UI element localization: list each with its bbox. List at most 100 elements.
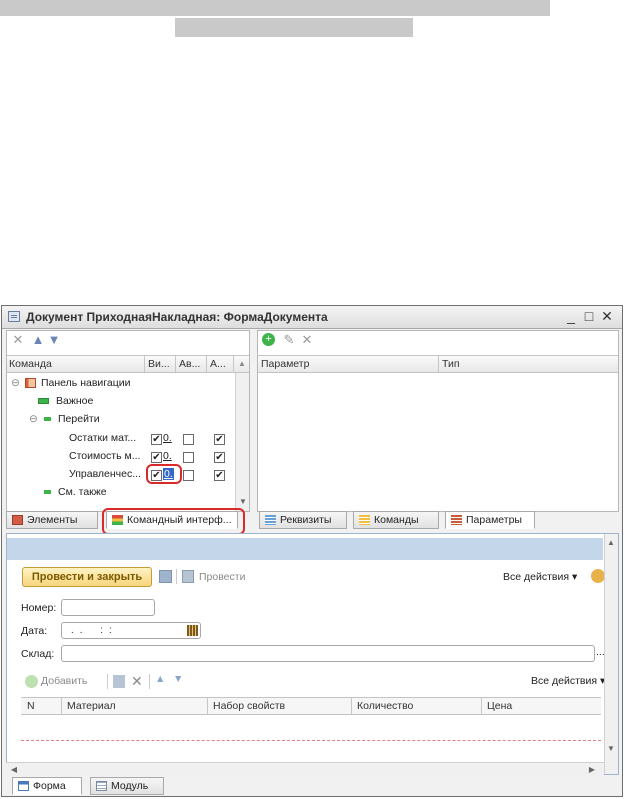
a-checkbox[interactable]: ✔ [214, 452, 225, 463]
title-bar: Документ ПриходнаяНакладная: ФормаДокуме… [2, 306, 622, 329]
add-row-button[interactable]: Добавить [41, 675, 87, 687]
right-tabs: Реквизиты Команды Параметры [257, 511, 619, 531]
move-down-icon[interactable]: ▼ [47, 333, 61, 347]
form-vertical-scrollbar[interactable]: ▲ ▼ [604, 534, 618, 774]
tree-item-see-also[interactable]: См. также [58, 486, 107, 498]
window-title: Документ ПриходнаяНакладная: ФормаДокуме… [26, 310, 328, 324]
post-button[interactable]: Провести [199, 571, 245, 583]
left-tabs: Элементы Командный интерф... [6, 508, 250, 535]
col-visible[interactable]: Ви... [148, 358, 170, 370]
move-row-down-icon[interactable]: ▼ [173, 673, 183, 685]
date-field[interactable]: . . : : [61, 622, 201, 639]
tab-parameters[interactable]: Параметры [445, 511, 535, 529]
scroll-up-arrow[interactable]: ▲ [238, 359, 246, 368]
auto-checkbox[interactable] [183, 452, 194, 463]
all-actions-table-menu[interactable]: Все действия ▾ [531, 675, 605, 687]
option-link[interactable]: 0. [163, 432, 172, 444]
maximize-button[interactable]: □ [581, 308, 597, 324]
toolbar-separator [176, 569, 177, 584]
toolbar-separator [149, 674, 150, 689]
tree-toggle-icon[interactable]: ⊖ [29, 413, 38, 425]
tab-commands[interactable]: Команды [353, 511, 439, 529]
save-icon[interactable] [159, 570, 172, 583]
tree-item-cost[interactable]: Стоимость м... [69, 450, 140, 462]
tree-item-stock[interactable]: Остатки мат... [69, 432, 136, 444]
delete-icon[interactable]: ✕ [300, 333, 314, 347]
copy-icon[interactable] [113, 675, 125, 688]
command-tree-pane: ✕ ▲ ▼ Команда Ви... Ав... А... ▲ ⊖ Панел… [6, 330, 250, 512]
post-icon[interactable] [182, 570, 194, 583]
option-link[interactable]: 0. [163, 450, 172, 462]
scroll-down-arrow[interactable]: ▼ [237, 497, 249, 506]
col-parameter[interactable]: Параметр [261, 358, 309, 370]
tree-toggle-icon[interactable]: ⊖ [11, 377, 20, 389]
form-horizontal-scrollbar[interactable]: ◀ ▶ [6, 762, 604, 775]
visible-checkbox[interactable]: ✔ [151, 452, 162, 463]
col-a[interactable]: А... [210, 358, 226, 370]
add-row-icon[interactable] [25, 675, 38, 688]
right-toolbar: + ✎ ✕ [258, 331, 618, 351]
minimize-button[interactable]: _ [563, 308, 579, 324]
tab-attributes[interactable]: Реквизиты [259, 511, 347, 529]
scroll-down-arrow[interactable]: ▼ [605, 744, 617, 753]
scroll-up-arrow[interactable]: ▲ [605, 538, 617, 547]
module-tab-icon [96, 781, 107, 791]
nav-panel-icon [25, 378, 36, 388]
left-scrollbar[interactable]: ▼ [235, 373, 249, 511]
left-toolbar: ✕ ▲ ▼ [7, 331, 249, 351]
col-properties[interactable]: Набор свойств [213, 700, 285, 712]
parameters-icon [451, 515, 462, 525]
add-icon[interactable]: + [262, 333, 275, 346]
top-bar-wide [0, 0, 550, 16]
tree-item-management[interactable]: Управленчес... [69, 468, 141, 480]
edit-icon[interactable]: ✎ [282, 333, 296, 347]
col-n[interactable]: N [27, 700, 35, 712]
move-row-up-icon[interactable]: ▲ [155, 673, 165, 685]
form-icon [8, 311, 20, 322]
designer-window: Документ ПриходнаяНакладная: ФормаДокуме… [1, 305, 623, 797]
delete-row-icon[interactable]: ✕ [131, 673, 143, 690]
highlight-box-tab [102, 508, 245, 535]
tab-elements[interactable]: Элементы [6, 511, 98, 529]
tree-item-important[interactable]: Важное [56, 395, 93, 407]
col-quantity[interactable]: Количество [357, 700, 413, 712]
a-checkbox[interactable]: ✔ [214, 434, 225, 445]
col-material[interactable]: Материал [67, 700, 116, 712]
delete-icon[interactable]: ✕ [11, 333, 25, 347]
tree-item-nav-panel[interactable]: Панель навигации [41, 377, 130, 389]
left-table-header: Команда Ви... Ав... А... ▲ [7, 355, 249, 373]
close-button[interactable]: ✕ [599, 308, 615, 324]
a-checkbox[interactable]: ✔ [214, 470, 225, 481]
visible-checkbox[interactable]: ✔ [151, 434, 162, 445]
col-type[interactable]: Тип [442, 358, 460, 370]
col-price[interactable]: Цена [487, 700, 512, 712]
calendar-icon[interactable] [187, 625, 198, 636]
date-label: Дата: [21, 625, 48, 637]
tree-item-goto[interactable]: Перейти [58, 413, 100, 425]
table-row[interactable] [21, 716, 601, 741]
col-command[interactable]: Команда [9, 358, 52, 370]
group-small-icon [44, 490, 51, 494]
auto-checkbox[interactable] [183, 434, 194, 445]
scroll-right-arrow[interactable]: ▶ [586, 765, 598, 774]
right-table-header: Параметр Тип [258, 355, 618, 373]
warehouse-field[interactable] [61, 645, 595, 662]
parameters-pane: + ✎ ✕ Параметр Тип [257, 330, 619, 512]
col-auto[interactable]: Ав... [179, 358, 200, 370]
attributes-icon [265, 515, 276, 525]
materials-table-header: N Материал Набор свойств Количество Цена [21, 697, 601, 715]
scroll-left-arrow[interactable]: ◀ [8, 765, 20, 774]
auto-checkbox[interactable] [183, 470, 194, 481]
move-up-icon[interactable]: ▲ [31, 333, 45, 347]
number-field[interactable] [61, 599, 155, 616]
tab-form[interactable]: Форма [12, 777, 82, 795]
post-and-close-button[interactable]: Провести и закрыть [22, 567, 152, 587]
option-link-selected[interactable]: 0. [163, 468, 174, 480]
form-header-band [7, 538, 603, 560]
commands-icon [359, 515, 370, 525]
visible-checkbox[interactable]: ✔ [151, 470, 162, 481]
group-green-icon [38, 398, 49, 404]
tab-module[interactable]: Модуль [90, 777, 164, 795]
all-actions-menu[interactable]: Все действия ▾ [503, 571, 577, 583]
help-icon[interactable] [591, 569, 605, 583]
